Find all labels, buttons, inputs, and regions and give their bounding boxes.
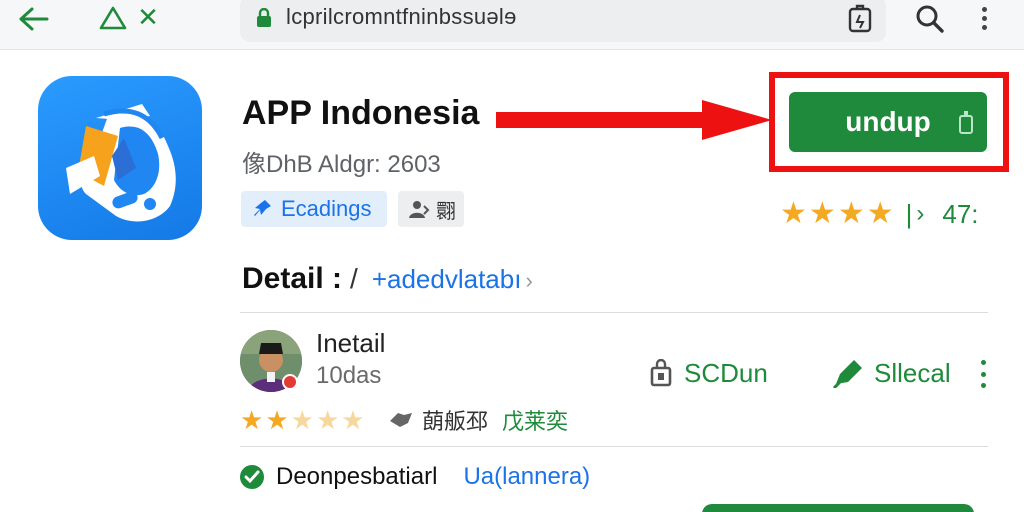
star-icon: ★ xyxy=(780,196,807,231)
more-options-icon[interactable] xyxy=(978,360,988,388)
star-icon: ★ xyxy=(837,196,865,231)
review-time: 10das xyxy=(316,362,382,389)
detail-heading: Detail : / +adedvlatabı › xyxy=(242,262,533,302)
helpful-row[interactable]: 蓢舨邳 戊莱奕 xyxy=(388,404,568,436)
detail-slash: / xyxy=(350,263,358,294)
rating-value: 47: xyxy=(942,198,979,229)
share-action-label: SCDun xyxy=(684,357,768,388)
app-subtitle: 像DhB Aldgr: 2603 xyxy=(242,151,441,178)
check-circle-icon xyxy=(240,465,264,489)
flag-action[interactable]: Sllecal xyxy=(832,356,951,390)
flag-action-label: Sllecal xyxy=(874,357,951,388)
app-logo-icon xyxy=(38,76,202,240)
verified-label: Deonpesbatiarl xyxy=(276,463,438,490)
audience-chip-label: 翾 xyxy=(436,200,456,223)
app-title: APP Indonesia xyxy=(242,94,480,132)
divider xyxy=(240,312,988,313)
bag-icon xyxy=(650,359,672,387)
person-icon xyxy=(409,201,430,218)
category-chip[interactable]: Ecadings xyxy=(241,191,387,227)
app-store-page: ✕ lcprilcromntfninbssuəlɘ APP Indonesia … xyxy=(0,0,1024,512)
detail-title: Detail : xyxy=(242,262,343,295)
pencil-icon xyxy=(832,360,862,388)
address-bar[interactable]: lcprilcromntfninbssuəlɘ xyxy=(240,0,886,42)
helpful-label: 蓢舨邳 xyxy=(422,409,489,434)
back-arrow-icon[interactable] xyxy=(12,2,56,36)
helpful-accent: 戊莱奕 xyxy=(502,409,569,434)
detail-link[interactable]: +adedvlatabı xyxy=(372,264,522,295)
app-rating[interactable]: ★ ★ ★ ★ | › 47: xyxy=(780,196,979,232)
rating-separator: | xyxy=(905,198,913,229)
category-chip-label: Ecadings xyxy=(281,196,372,221)
extension-icon[interactable] xyxy=(846,4,874,34)
device-icon xyxy=(959,111,973,134)
red-arrow-annotation xyxy=(496,100,772,140)
close-icon[interactable]: ✕ xyxy=(134,3,162,33)
star-icon: ★ xyxy=(265,406,289,436)
browser-toolbar: ✕ lcprilcromntfninbssuəlɘ xyxy=(0,0,1024,50)
triangle-icon[interactable] xyxy=(98,4,128,32)
avatar-badge xyxy=(282,374,298,390)
pin-icon xyxy=(254,200,271,216)
review-rating: ★ ★ ★ ★ ★ xyxy=(240,406,365,436)
star-icon: ★ xyxy=(341,406,365,436)
search-icon[interactable] xyxy=(914,4,946,34)
chevron-right-icon: › xyxy=(525,268,533,293)
chevron-right-icon: › xyxy=(916,200,925,227)
star-icon: ★ xyxy=(290,406,314,436)
verified-row: Deonpesbatiarl Ua(lannera) xyxy=(240,460,590,494)
install-button-label: undup xyxy=(845,106,931,137)
reviewer-name: Inetail xyxy=(316,328,386,358)
lock-icon xyxy=(256,7,272,28)
star-icon: ★ xyxy=(240,406,264,436)
star-icon: ★ xyxy=(866,196,894,231)
share-action[interactable]: SCDun xyxy=(650,356,768,390)
menu-icon[interactable] xyxy=(972,2,996,34)
url-text: lcprilcromntfninbssuəlɘ xyxy=(286,4,517,29)
bottom-action-button[interactable] xyxy=(702,504,974,512)
star-icon: ★ xyxy=(315,406,340,436)
verified-link[interactable]: Ua(lannera) xyxy=(463,463,590,491)
thumb-icon xyxy=(390,413,412,427)
audience-chip[interactable]: 翾 xyxy=(398,191,464,227)
install-button[interactable]: undup xyxy=(789,92,987,152)
divider xyxy=(240,446,988,447)
star-icon: ★ xyxy=(808,196,836,231)
